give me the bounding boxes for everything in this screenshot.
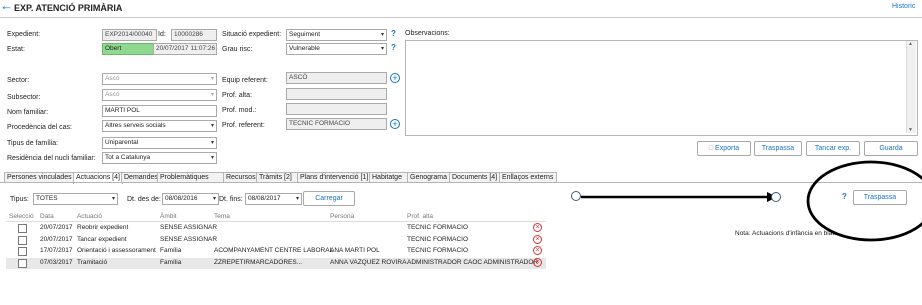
cell-tema: ACOMPANYAMENT CENTRE LABORAL: [214, 247, 334, 254]
cell-ambit: SENSE ASSIGNAR: [160, 235, 218, 243]
table-row[interactable]: 07/03/2017 Tramitació Família ZZREPETIRMARC…: [6, 257, 546, 269]
annotation-ellipse: [806, 160, 922, 242]
table-header-divider: [6, 221, 546, 222]
col-header-seleccio: Selecció: [9, 213, 34, 220]
delete-icon[interactable]: ×: [533, 246, 542, 255]
cell-tema: ZZREPETIRMARCADORES...: [214, 258, 303, 266]
col-header-data: Data: [40, 213, 54, 220]
cell-data: 17/07/2017: [40, 247, 73, 254]
delete-icon[interactable]: ×: [533, 234, 542, 244]
cell-prof-alta: TECNIC FORMACIO: [407, 247, 469, 254]
row-select-checkbox[interactable]: [18, 224, 27, 233]
cell-prof-alta: TECNIC FORMACIO: [407, 235, 469, 243]
cell-data: 20/07/2017: [40, 224, 73, 231]
cell-data: 07/03/2017: [40, 258, 73, 266]
cell-actuacio: Orientació i assessorament: [77, 247, 156, 254]
delete-icon[interactable]: ×: [533, 223, 542, 232]
row-select-checkbox[interactable]: [18, 235, 27, 245]
col-header-tema: Tema: [214, 213, 230, 220]
table-row[interactable]: 17/07/2017 Orientació i assessorament Famí…: [6, 246, 546, 257]
cell-prof-alta: TECNIC FORMACIO: [407, 224, 469, 231]
cell-actuacio: Reobrir expedient: [77, 224, 129, 231]
row-select-checkbox[interactable]: [18, 258, 27, 268]
cell-data: 20/07/2017: [40, 235, 73, 243]
col-header-prof-alta: Prof. alta: [407, 213, 434, 220]
row-select-checkbox[interactable]: [18, 247, 27, 256]
cell-ambit: Família: [160, 247, 182, 254]
cell-persona: ANA MARTI POL: [330, 247, 380, 254]
slider-end-handle: [771, 192, 781, 202]
col-header-actuacio: Actuació: [77, 213, 102, 220]
cell-persona: ANNA VAZQUEZ ROVIRA: [330, 258, 407, 266]
cell-ambit: Família: [160, 258, 182, 266]
cell-prof-alta: ADMINISTRADOR CAOC ADMINISTRADOR: [407, 258, 539, 266]
col-header-persona: Persona: [330, 213, 355, 220]
cell-actuacio: Tramitació: [77, 258, 108, 266]
table-row[interactable]: 20/07/2017 Reobrir expedient SENSE ASSIGNA…: [6, 223, 546, 234]
delete-icon[interactable]: ×: [533, 257, 542, 267]
cell-actuacio: Tancar expedient: [77, 235, 127, 243]
col-header-ambit: Àmbit: [160, 213, 177, 220]
cell-ambit: SENSE ASSIGNAR: [160, 224, 218, 231]
slider-start-handle: [571, 191, 581, 201]
table-row[interactable]: 20/07/2017 Tancar expedient SENSE ASSIGNAR…: [6, 234, 546, 246]
